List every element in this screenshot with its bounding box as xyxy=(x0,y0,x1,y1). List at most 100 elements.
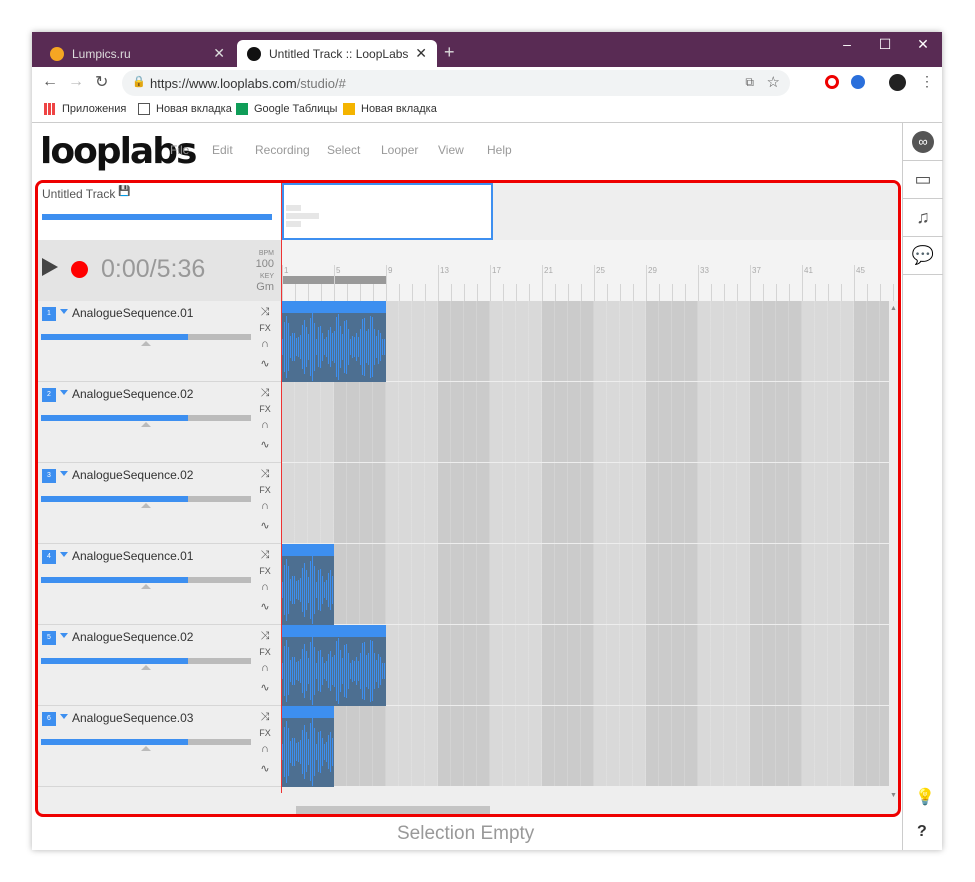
tab-looplabs[interactable]: Untitled Track :: LoopLabs ✕ xyxy=(237,40,437,67)
track-name[interactable]: AnalogueSequence.02 xyxy=(60,387,193,401)
playhead[interactable] xyxy=(281,183,282,793)
tab-lumpics[interactable]: Lumpics.ru ✕ xyxy=(40,40,235,67)
track-name[interactable]: AnalogueSequence.01 xyxy=(60,306,193,320)
volume-slider[interactable] xyxy=(41,415,251,421)
bookmark-google-sheets[interactable]: Google Таблицы xyxy=(236,103,337,115)
track-name[interactable]: AnalogueSequence.02 xyxy=(60,468,193,482)
track-header[interactable]: 1 AnalogueSequence.01 ⤨ FX ∩ ∿ xyxy=(38,301,282,382)
address-bar[interactable]: 🔒 https://www.looplabs.com/studio/# ⧉ ☆ xyxy=(122,70,790,96)
pan-handle[interactable] xyxy=(141,584,151,589)
track-header[interactable]: 5 AnalogueSequence.02 ⤨ FX ∩ ∿ xyxy=(38,625,282,706)
pan-handle[interactable] xyxy=(141,422,151,427)
audio-clip[interactable] xyxy=(282,544,334,625)
pan-handle[interactable] xyxy=(141,665,151,670)
track-header[interactable]: 4 AnalogueSequence.01 ⤨ FX ∩ ∿ xyxy=(38,544,282,625)
infinity-icon[interactable]: ∞ xyxy=(903,123,943,161)
track-name[interactable]: AnalogueSequence.03 xyxy=(60,711,193,725)
audio-clip[interactable] xyxy=(282,301,386,382)
fx-button[interactable]: FX xyxy=(258,404,272,414)
fx-button[interactable]: FX xyxy=(258,323,272,333)
menu-recording[interactable]: Recording xyxy=(255,143,310,157)
overview-viewport[interactable] xyxy=(282,183,493,240)
horizontal-scrollbar[interactable] xyxy=(282,805,889,814)
clip-header[interactable] xyxy=(282,706,334,718)
headphones-icon[interactable]: ∩ xyxy=(258,500,272,512)
key-value[interactable]: Gm xyxy=(256,281,274,293)
headphones-icon[interactable]: ∩ xyxy=(258,743,272,755)
maximize-icon[interactable]: ☐ xyxy=(866,36,904,53)
drive-icon[interactable]: ▭ xyxy=(903,161,943,199)
volume-slider[interactable] xyxy=(41,334,251,340)
bookmark-star-icon[interactable]: ☆ xyxy=(767,73,780,91)
volume-slider[interactable] xyxy=(41,658,251,664)
globe-icon[interactable] xyxy=(851,75,865,89)
track-name[interactable]: AnalogueSequence.02 xyxy=(60,630,193,644)
translate-icon[interactable]: ⧉ xyxy=(745,75,754,90)
shuffle-icon[interactable]: ⤨ xyxy=(258,468,272,481)
menu-select[interactable]: Select xyxy=(327,143,360,157)
track-lane[interactable] xyxy=(282,625,898,706)
volume-slider[interactable] xyxy=(41,739,251,745)
shuffle-icon[interactable]: ⤨ xyxy=(258,387,272,400)
track-header[interactable]: 6 AnalogueSequence.03 ⤨ FX ∩ ∿ xyxy=(38,706,282,787)
track-lane[interactable] xyxy=(282,382,898,463)
automation-icon[interactable]: ∿ xyxy=(258,357,272,370)
pan-handle[interactable] xyxy=(141,503,151,508)
fx-button[interactable]: FX xyxy=(258,647,272,657)
track-header[interactable]: 2 AnalogueSequence.02 ⤨ FX ∩ ∿ xyxy=(38,382,282,463)
clip-header[interactable] xyxy=(282,301,386,313)
menu-icon[interactable]: ⋮ xyxy=(920,73,934,90)
new-tab-button[interactable]: + xyxy=(444,42,455,63)
track-header[interactable]: 3 AnalogueSequence.02 ⤨ FX ∩ ∿ xyxy=(38,463,282,544)
close-tab-icon[interactable]: ✕ xyxy=(415,45,427,62)
lightbulb-icon[interactable]: 💡 xyxy=(915,787,935,807)
save-icon[interactable]: 💾 xyxy=(118,186,130,197)
track-lane[interactable] xyxy=(282,463,898,544)
chat-icon[interactable]: 💬 xyxy=(903,237,943,275)
opera-icon[interactable] xyxy=(825,75,839,89)
clip-header[interactable] xyxy=(282,544,334,556)
headphones-icon[interactable]: ∩ xyxy=(258,581,272,593)
play-button[interactable] xyxy=(42,258,58,276)
audio-clip[interactable] xyxy=(282,706,334,787)
automation-icon[interactable]: ∿ xyxy=(258,600,272,613)
menu-help[interactable]: Help xyxy=(487,143,512,157)
track-lane[interactable] xyxy=(282,706,898,787)
forward-icon[interactable]: → xyxy=(68,73,84,91)
record-button[interactable] xyxy=(71,261,88,278)
pan-handle[interactable] xyxy=(141,746,151,751)
track-name[interactable]: AnalogueSequence.01 xyxy=(60,549,193,563)
avatar[interactable] xyxy=(889,74,906,91)
headphones-icon[interactable]: ∩ xyxy=(258,338,272,350)
automation-icon[interactable]: ∿ xyxy=(258,438,272,451)
automation-icon[interactable]: ∿ xyxy=(258,519,272,532)
menu-file[interactable]: File xyxy=(170,143,189,157)
automation-icon[interactable]: ∿ xyxy=(258,681,272,694)
bookmark-new-tab-2[interactable]: Новая вкладка xyxy=(343,103,437,115)
headphones-icon[interactable]: ∩ xyxy=(258,662,272,674)
project-title[interactable]: Untitled Track xyxy=(42,187,115,201)
vertical-scrollbar[interactable]: ▲ ▼ xyxy=(889,301,898,799)
shuffle-icon[interactable]: ⤨ xyxy=(258,306,272,319)
fx-button[interactable]: FX xyxy=(258,566,272,576)
headphones-icon[interactable]: ∩ xyxy=(258,419,272,431)
music-note-icon[interactable]: ♫ xyxy=(903,199,943,237)
automation-icon[interactable]: ∿ xyxy=(258,762,272,775)
volume-slider[interactable] xyxy=(41,496,251,502)
pan-handle[interactable] xyxy=(141,341,151,346)
shuffle-icon[interactable]: ⤨ xyxy=(258,711,272,724)
back-icon[interactable]: ← xyxy=(42,73,58,91)
bookmark-apps[interactable]: Приложения xyxy=(44,103,126,115)
menu-edit[interactable]: Edit xyxy=(212,143,233,157)
clip-header[interactable] xyxy=(282,625,386,637)
close-window-icon[interactable]: ✕ xyxy=(904,36,942,53)
close-tab-icon[interactable]: ✕ xyxy=(213,45,225,62)
fx-button[interactable]: FX xyxy=(258,485,272,495)
bookmark-new-tab[interactable]: Новая вкладка xyxy=(138,103,232,115)
volume-slider[interactable] xyxy=(41,577,251,583)
scroll-thumb[interactable] xyxy=(296,806,490,814)
track-lane[interactable] xyxy=(282,544,898,625)
audio-clip[interactable] xyxy=(282,625,386,706)
minimize-icon[interactable]: – xyxy=(828,36,866,53)
menu-looper[interactable]: Looper xyxy=(381,143,418,157)
